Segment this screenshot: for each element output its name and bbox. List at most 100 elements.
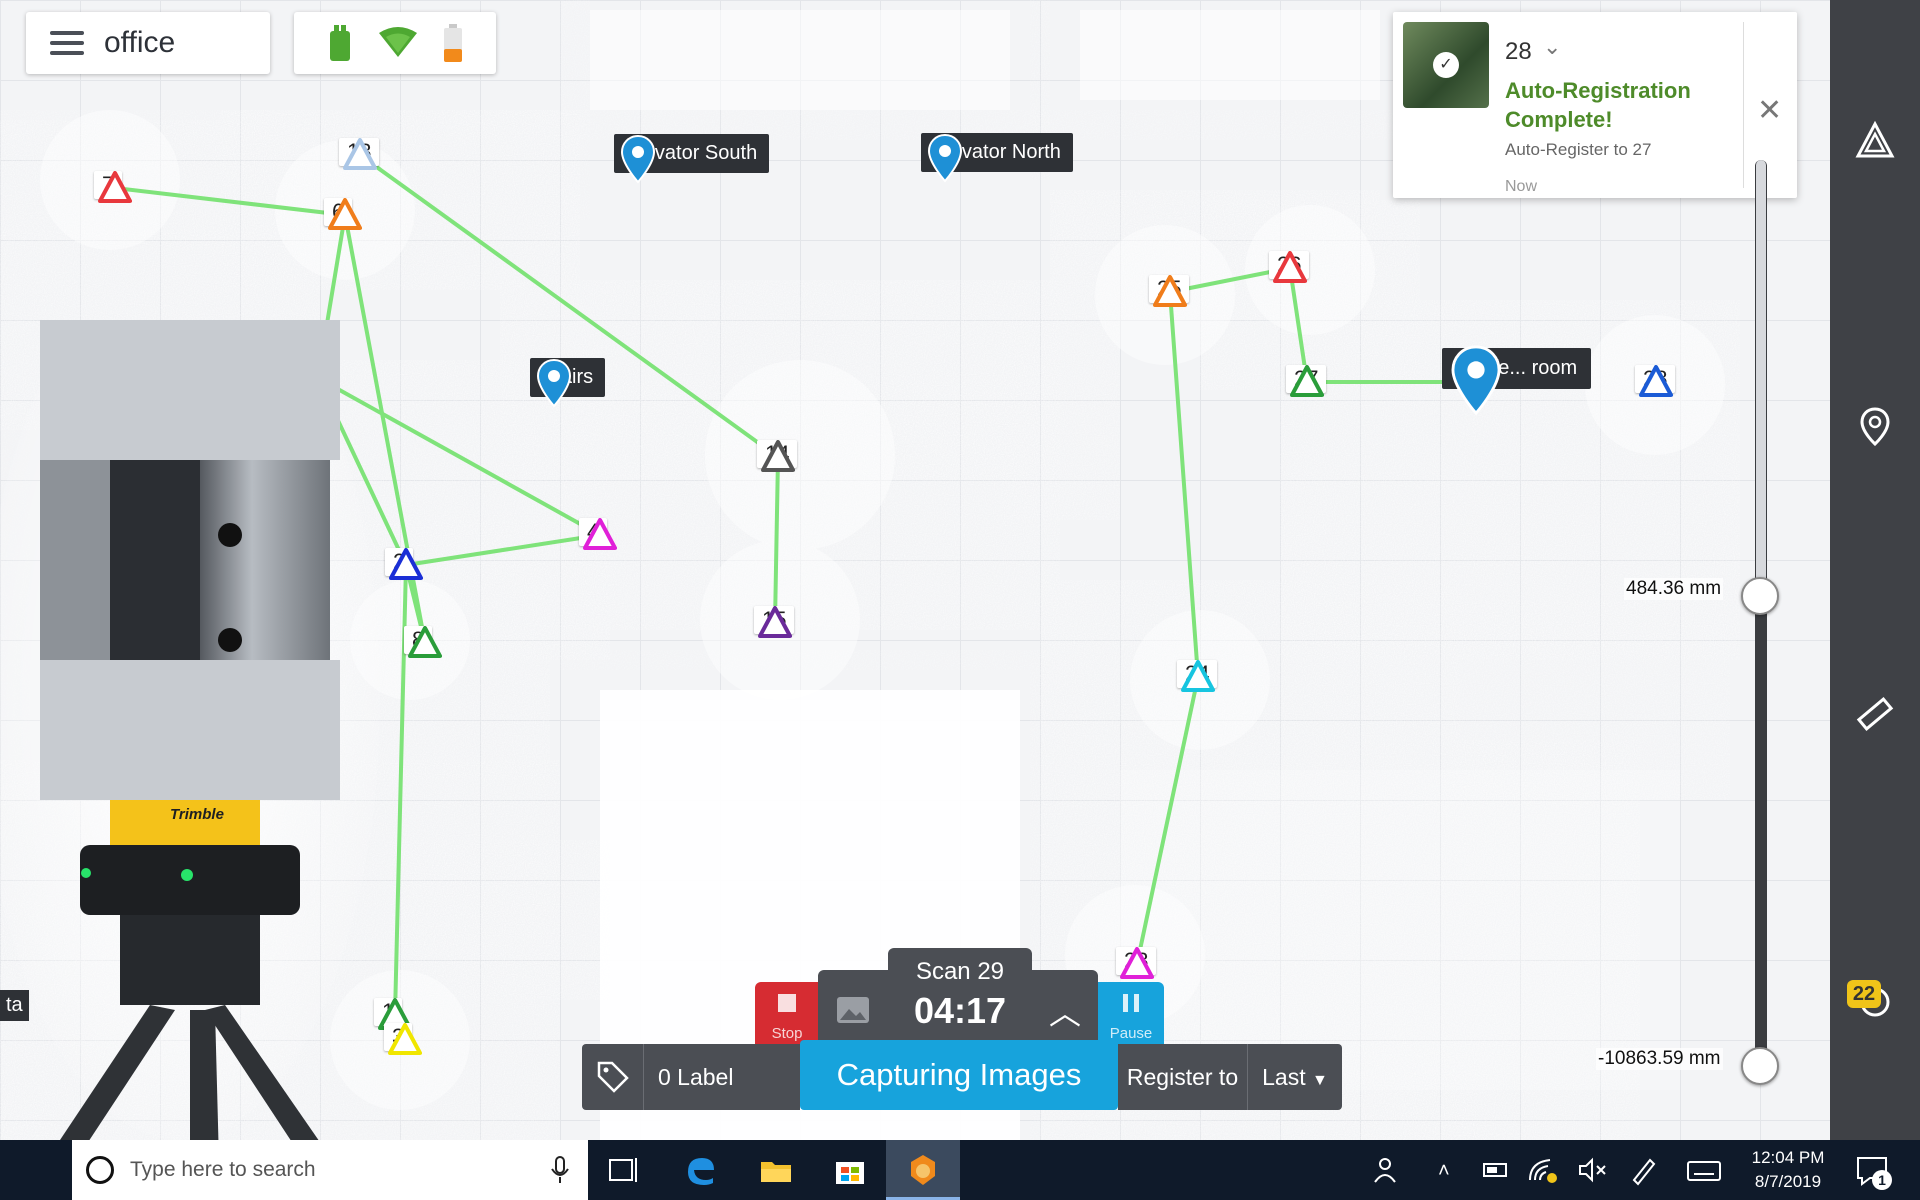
- battery-icon: [444, 24, 463, 62]
- caret-down-icon: ▼: [1312, 1072, 1328, 1089]
- survey-triangle-icon[interactable]: [1855, 120, 1895, 160]
- taskbar-search[interactable]: Type here to search: [72, 1140, 588, 1200]
- scan-marker-24[interactable]: 24: [1177, 660, 1218, 692]
- notification-scan-number: 28: [1505, 38, 1532, 65]
- taskbar-clock[interactable]: 12:04 PM 8/7/2019: [1740, 1146, 1836, 1194]
- clip-lower-value: -10863.59 mm: [1596, 1048, 1723, 1070]
- register-target-dropdown[interactable]: Last ▼: [1248, 1044, 1342, 1110]
- pen-icon[interactable]: [1626, 1152, 1662, 1188]
- place-marker-elevator-south[interactable]: Elevator South: [614, 134, 770, 184]
- scan-triangle-icon: [388, 1023, 422, 1055]
- register-target-value: Last: [1262, 1064, 1306, 1090]
- scan-triangle-icon: [1120, 947, 1154, 979]
- microphone-icon[interactable]: [550, 1155, 570, 1185]
- clip-upper-value: 484.36 mm: [1624, 578, 1724, 600]
- scan-triangle-icon: [389, 548, 423, 580]
- wifi-icon: [378, 27, 417, 57]
- scan-marker-6[interactable]: 6: [324, 198, 362, 230]
- scan-triangle-icon: [1273, 251, 1307, 283]
- scan-marker-2[interactable]: 2: [385, 548, 423, 580]
- chevron-up-icon: ︿: [1048, 995, 1081, 1031]
- taskbar-active-app[interactable]: [886, 1140, 960, 1200]
- touch-keyboard-icon[interactable]: [1686, 1152, 1722, 1188]
- scan-bottom-bar: 0 Label Capturing Images Register to Las…: [582, 1040, 1342, 1110]
- history-count-badge: 22: [1847, 980, 1881, 1008]
- notification-title: Auto-Registration Complete!: [1505, 78, 1691, 132]
- scan-triangle-icon: [343, 138, 377, 170]
- close-icon[interactable]: ✕: [1757, 96, 1782, 126]
- stop-button[interactable]: Stop: [755, 982, 819, 1044]
- notification-time: Now: [1505, 178, 1538, 195]
- clipped-label: ta: [0, 990, 29, 1021]
- place-marker-stairs[interactable]: Stairs: [530, 358, 606, 408]
- scan-marker-15[interactable]: 15: [754, 606, 795, 638]
- image-icon: [837, 997, 869, 1023]
- people-icon[interactable]: [1370, 1152, 1406, 1188]
- search-placeholder: Type here to search: [130, 1158, 316, 1181]
- scan-marker-28[interactable]: 28: [1635, 365, 1676, 397]
- label-tag-button[interactable]: [582, 1044, 644, 1110]
- location-pin-icon: [1451, 345, 1501, 416]
- label-count[interactable]: 0 Label: [644, 1044, 800, 1110]
- ruler-icon[interactable]: [1855, 694, 1895, 734]
- location-pin-icon[interactable]: [1855, 406, 1895, 446]
- cortana-icon[interactable]: [86, 1156, 114, 1184]
- scan-marker-4[interactable]: 4: [579, 518, 617, 550]
- task-view-icon[interactable]: [606, 1152, 642, 1188]
- hamburger-menu-icon[interactable]: [50, 31, 84, 55]
- volume-muted-icon[interactable]: [1574, 1152, 1610, 1188]
- clip-upper-handle[interactable]: [1741, 577, 1779, 615]
- clip-lower-handle[interactable]: [1741, 1047, 1779, 1085]
- scan-marker-7[interactable]: 7: [94, 171, 132, 203]
- file-explorer-icon[interactable]: [758, 1152, 794, 1188]
- clock-date: 8/7/2019: [1754, 1172, 1822, 1191]
- check-icon: ✓: [1433, 52, 1459, 78]
- clock-time: 12:04 PM: [1751, 1148, 1825, 1167]
- scan-triangle-icon: [1639, 365, 1673, 397]
- app-bar: office: [26, 12, 270, 74]
- scan-marker-8[interactable]: 8: [404, 626, 442, 658]
- scan-marker-25[interactable]: 25: [1149, 275, 1190, 307]
- scan-triangle-icon: [1153, 275, 1187, 307]
- edge-browser-icon[interactable]: [682, 1152, 718, 1188]
- scan-status-box: Scan 29 04:17: [888, 948, 1032, 1052]
- chevron-down-icon[interactable]: ⌄: [1543, 34, 1561, 60]
- right-tool-rail: [1830, 0, 1920, 1140]
- scan-marker-27[interactable]: 27: [1286, 365, 1327, 397]
- device-status-bar[interactable]: [294, 12, 496, 74]
- scan-marker-3[interactable]: 3: [384, 1023, 422, 1055]
- clipped-label-text: ta: [6, 994, 23, 1016]
- scan-triangle-icon: [98, 171, 132, 203]
- scan-triangle-icon: [1290, 365, 1324, 397]
- tag-icon: [597, 1061, 629, 1093]
- battery-tray-icon[interactable]: [1478, 1152, 1514, 1188]
- scan-marker-13[interactable]: 13: [339, 138, 380, 170]
- scan-triangle-icon: [758, 606, 792, 638]
- scan-triangle-icon: [328, 198, 362, 230]
- scan-timer: 04:17: [913, 990, 1007, 1031]
- scan-triangle-icon: [301, 361, 335, 393]
- store-icon[interactable]: [832, 1152, 868, 1188]
- auto-registration-notification[interactable]: ✓ 28 ⌄ Auto-Registration Complete! Auto-…: [1393, 12, 1797, 198]
- location-pin-icon: [620, 134, 656, 184]
- action-center-count: 1: [1872, 1170, 1892, 1190]
- scan-thumbnail[interactable]: ✓: [1403, 22, 1489, 108]
- scan-triangle-icon: [1181, 660, 1215, 692]
- location-title: office: [104, 26, 176, 59]
- place-marker-conference-room[interactable]: Confe... room: [1442, 344, 1592, 416]
- pause-button[interactable]: Pause: [1098, 982, 1164, 1044]
- notification-subtitle: Auto-Register to 27: [1505, 140, 1652, 159]
- scan-marker-5[interactable]: 5: [297, 361, 335, 393]
- scan-marker-1[interactable]: 1: [374, 998, 412, 1030]
- scan-marker-26[interactable]: 26: [1269, 251, 1310, 283]
- scan-triangle-icon: [761, 440, 795, 472]
- network-tray-icon[interactable]: [1524, 1152, 1560, 1188]
- scan-triangle-icon: [408, 626, 442, 658]
- show-hidden-icons-icon[interactable]: ˄: [1438, 1160, 1450, 1183]
- device-brand-label: Trimble: [170, 806, 224, 823]
- scan-marker-14[interactable]: 14: [757, 440, 798, 472]
- place-marker-elevator-north[interactable]: Elevator North: [921, 133, 1073, 183]
- pause-icon: [1123, 994, 1139, 1012]
- scan-marker-23[interactable]: 23: [1116, 947, 1157, 979]
- capture-status-button[interactable]: Capturing Images: [800, 1040, 1118, 1110]
